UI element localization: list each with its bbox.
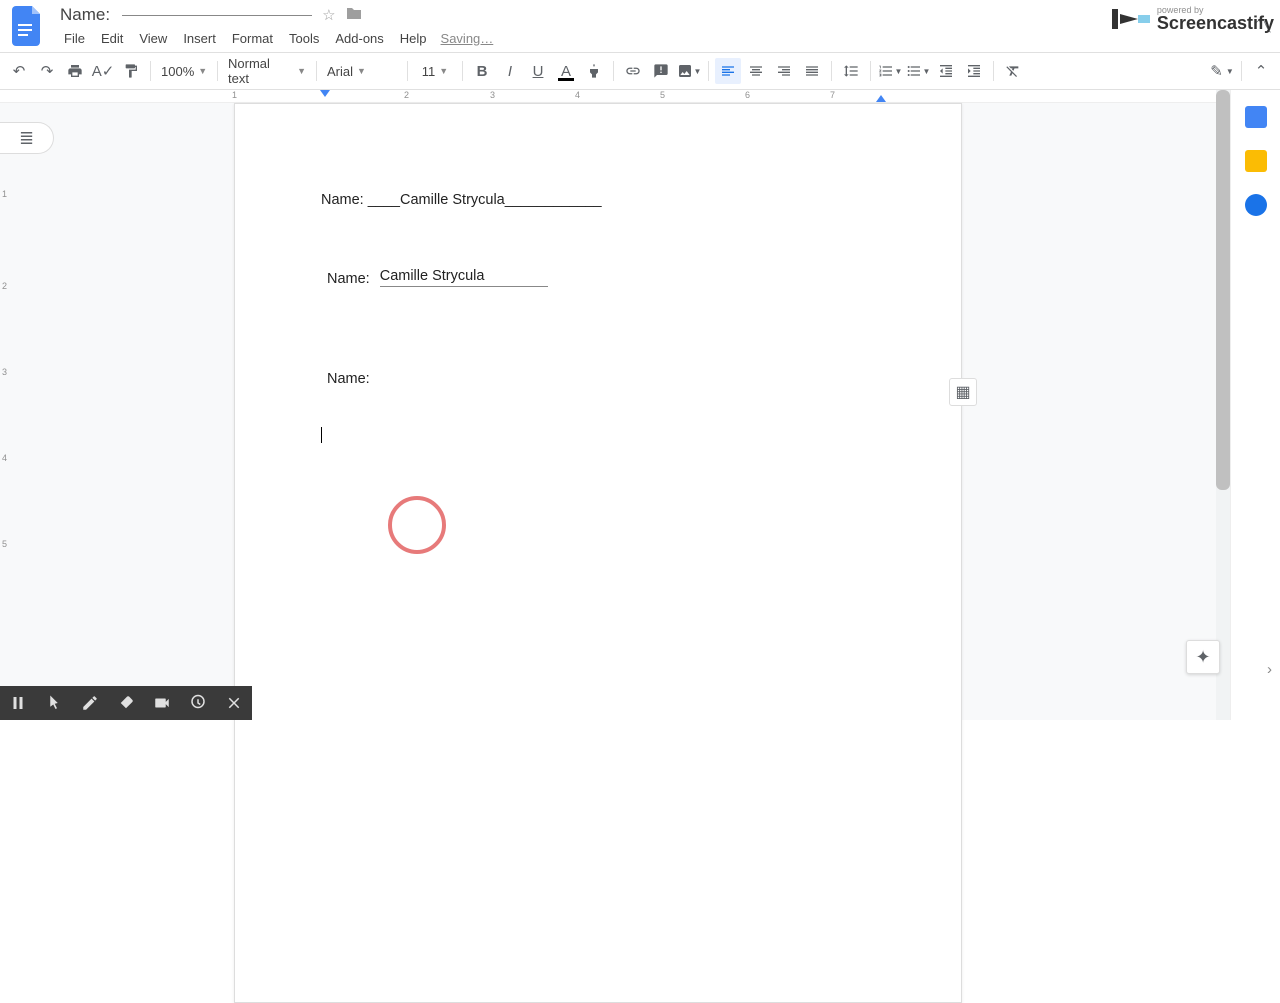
- saving-status: Saving…: [441, 31, 494, 46]
- text-cursor: [321, 427, 322, 443]
- calendar-icon[interactable]: [1245, 106, 1267, 128]
- font-dropdown[interactable]: Arial▼: [323, 58, 401, 84]
- outline-toggle[interactable]: ≣: [0, 122, 54, 154]
- right-sidebar: [1230, 90, 1280, 720]
- collapse-toolbar-button[interactable]: ⌃: [1248, 58, 1274, 84]
- insert-link-button[interactable]: [620, 58, 646, 84]
- indent-increase-button[interactable]: [961, 58, 987, 84]
- docs-logo[interactable]: [8, 6, 48, 46]
- line-spacing-button[interactable]: [838, 58, 864, 84]
- title-underline: [122, 15, 312, 16]
- menu-file[interactable]: File: [56, 29, 93, 48]
- menu-addons[interactable]: Add-ons: [327, 29, 391, 48]
- spellcheck-button[interactable]: A✓: [90, 58, 116, 84]
- menu-tools[interactable]: Tools: [281, 29, 327, 48]
- clear-formatting-button[interactable]: [1000, 58, 1026, 84]
- screencastify-toolbar: [0, 686, 252, 720]
- keep-icon[interactable]: [1245, 150, 1267, 172]
- insert-comment-button[interactable]: [648, 58, 674, 84]
- highlight-button[interactable]: [581, 58, 607, 84]
- numbered-list-button[interactable]: ▼: [877, 58, 903, 84]
- pause-recording-button[interactable]: [0, 686, 36, 720]
- name-label: Name:: [327, 271, 370, 287]
- menu-edit[interactable]: Edit: [93, 29, 131, 48]
- left-indent-marker[interactable]: [320, 90, 330, 97]
- name-table-cell[interactable]: Camille Strycula: [380, 268, 548, 287]
- pointer-tool-button[interactable]: [36, 686, 72, 720]
- menu-format[interactable]: Format: [224, 29, 281, 48]
- align-justify-button[interactable]: [799, 58, 825, 84]
- text-color-button[interactable]: A: [553, 58, 579, 84]
- insert-image-button[interactable]: ▼: [676, 58, 702, 84]
- underline-button[interactable]: U: [525, 58, 551, 84]
- font-size-dropdown[interactable]: 11▼: [414, 58, 456, 84]
- print-button[interactable]: [62, 58, 88, 84]
- paint-format-button[interactable]: [118, 58, 144, 84]
- explore-button[interactable]: ✦: [1186, 640, 1220, 674]
- bullet-list-button[interactable]: ▼: [905, 58, 931, 84]
- horizontal-ruler[interactable]: 1 2 3 4 5 6 7: [0, 90, 1230, 103]
- undo-button[interactable]: ↶: [6, 58, 32, 84]
- menu-insert[interactable]: Insert: [175, 29, 224, 48]
- name-line-underscores[interactable]: Name: ____Camille Strycula____________: [321, 192, 875, 208]
- align-left-button[interactable]: [715, 58, 741, 84]
- vertical-ruler[interactable]: 1 2 3 4 5: [0, 103, 10, 733]
- eraser-tool-button[interactable]: [108, 686, 144, 720]
- menu-help[interactable]: Help: [392, 29, 435, 48]
- tasks-icon[interactable]: [1245, 194, 1267, 216]
- align-center-button[interactable]: [743, 58, 769, 84]
- italic-button[interactable]: I: [497, 58, 523, 84]
- name-table-row[interactable]: Name: Camille Strycula: [327, 268, 875, 287]
- timer-button[interactable]: [180, 686, 216, 720]
- add-comment-button[interactable]: ▦: [949, 378, 977, 406]
- pen-tool-button[interactable]: [72, 686, 108, 720]
- bold-button[interactable]: B: [469, 58, 495, 84]
- name-empty-label[interactable]: Name:: [327, 371, 875, 387]
- screencastify-watermark: powered by Screencastify: [1110, 4, 1274, 34]
- align-right-button[interactable]: [771, 58, 797, 84]
- paragraph-style-dropdown[interactable]: Normal text▼: [224, 58, 310, 84]
- editing-mode-button[interactable]: ✎▼: [1209, 58, 1235, 84]
- zoom-dropdown[interactable]: 100%▼: [157, 58, 211, 84]
- close-recording-button[interactable]: [216, 686, 252, 720]
- right-indent-marker[interactable]: [876, 95, 886, 102]
- document-page[interactable]: Name: ____Camille Strycula____________ N…: [234, 103, 962, 1003]
- move-folder-icon[interactable]: [346, 6, 362, 24]
- document-title[interactable]: Name:: [56, 4, 114, 26]
- vertical-scrollbar[interactable]: [1216, 90, 1230, 720]
- webcam-toggle-button[interactable]: [144, 686, 180, 720]
- menu-view[interactable]: View: [131, 29, 175, 48]
- indent-decrease-button[interactable]: [933, 58, 959, 84]
- star-icon[interactable]: ☆: [322, 6, 335, 24]
- redo-button[interactable]: ↷: [34, 58, 60, 84]
- toolbar: ↶ ↷ A✓ 100%▼ Normal text▼ Arial▼ 11▼ B I…: [0, 52, 1280, 90]
- side-panel-expand-icon[interactable]: ›: [1267, 661, 1272, 678]
